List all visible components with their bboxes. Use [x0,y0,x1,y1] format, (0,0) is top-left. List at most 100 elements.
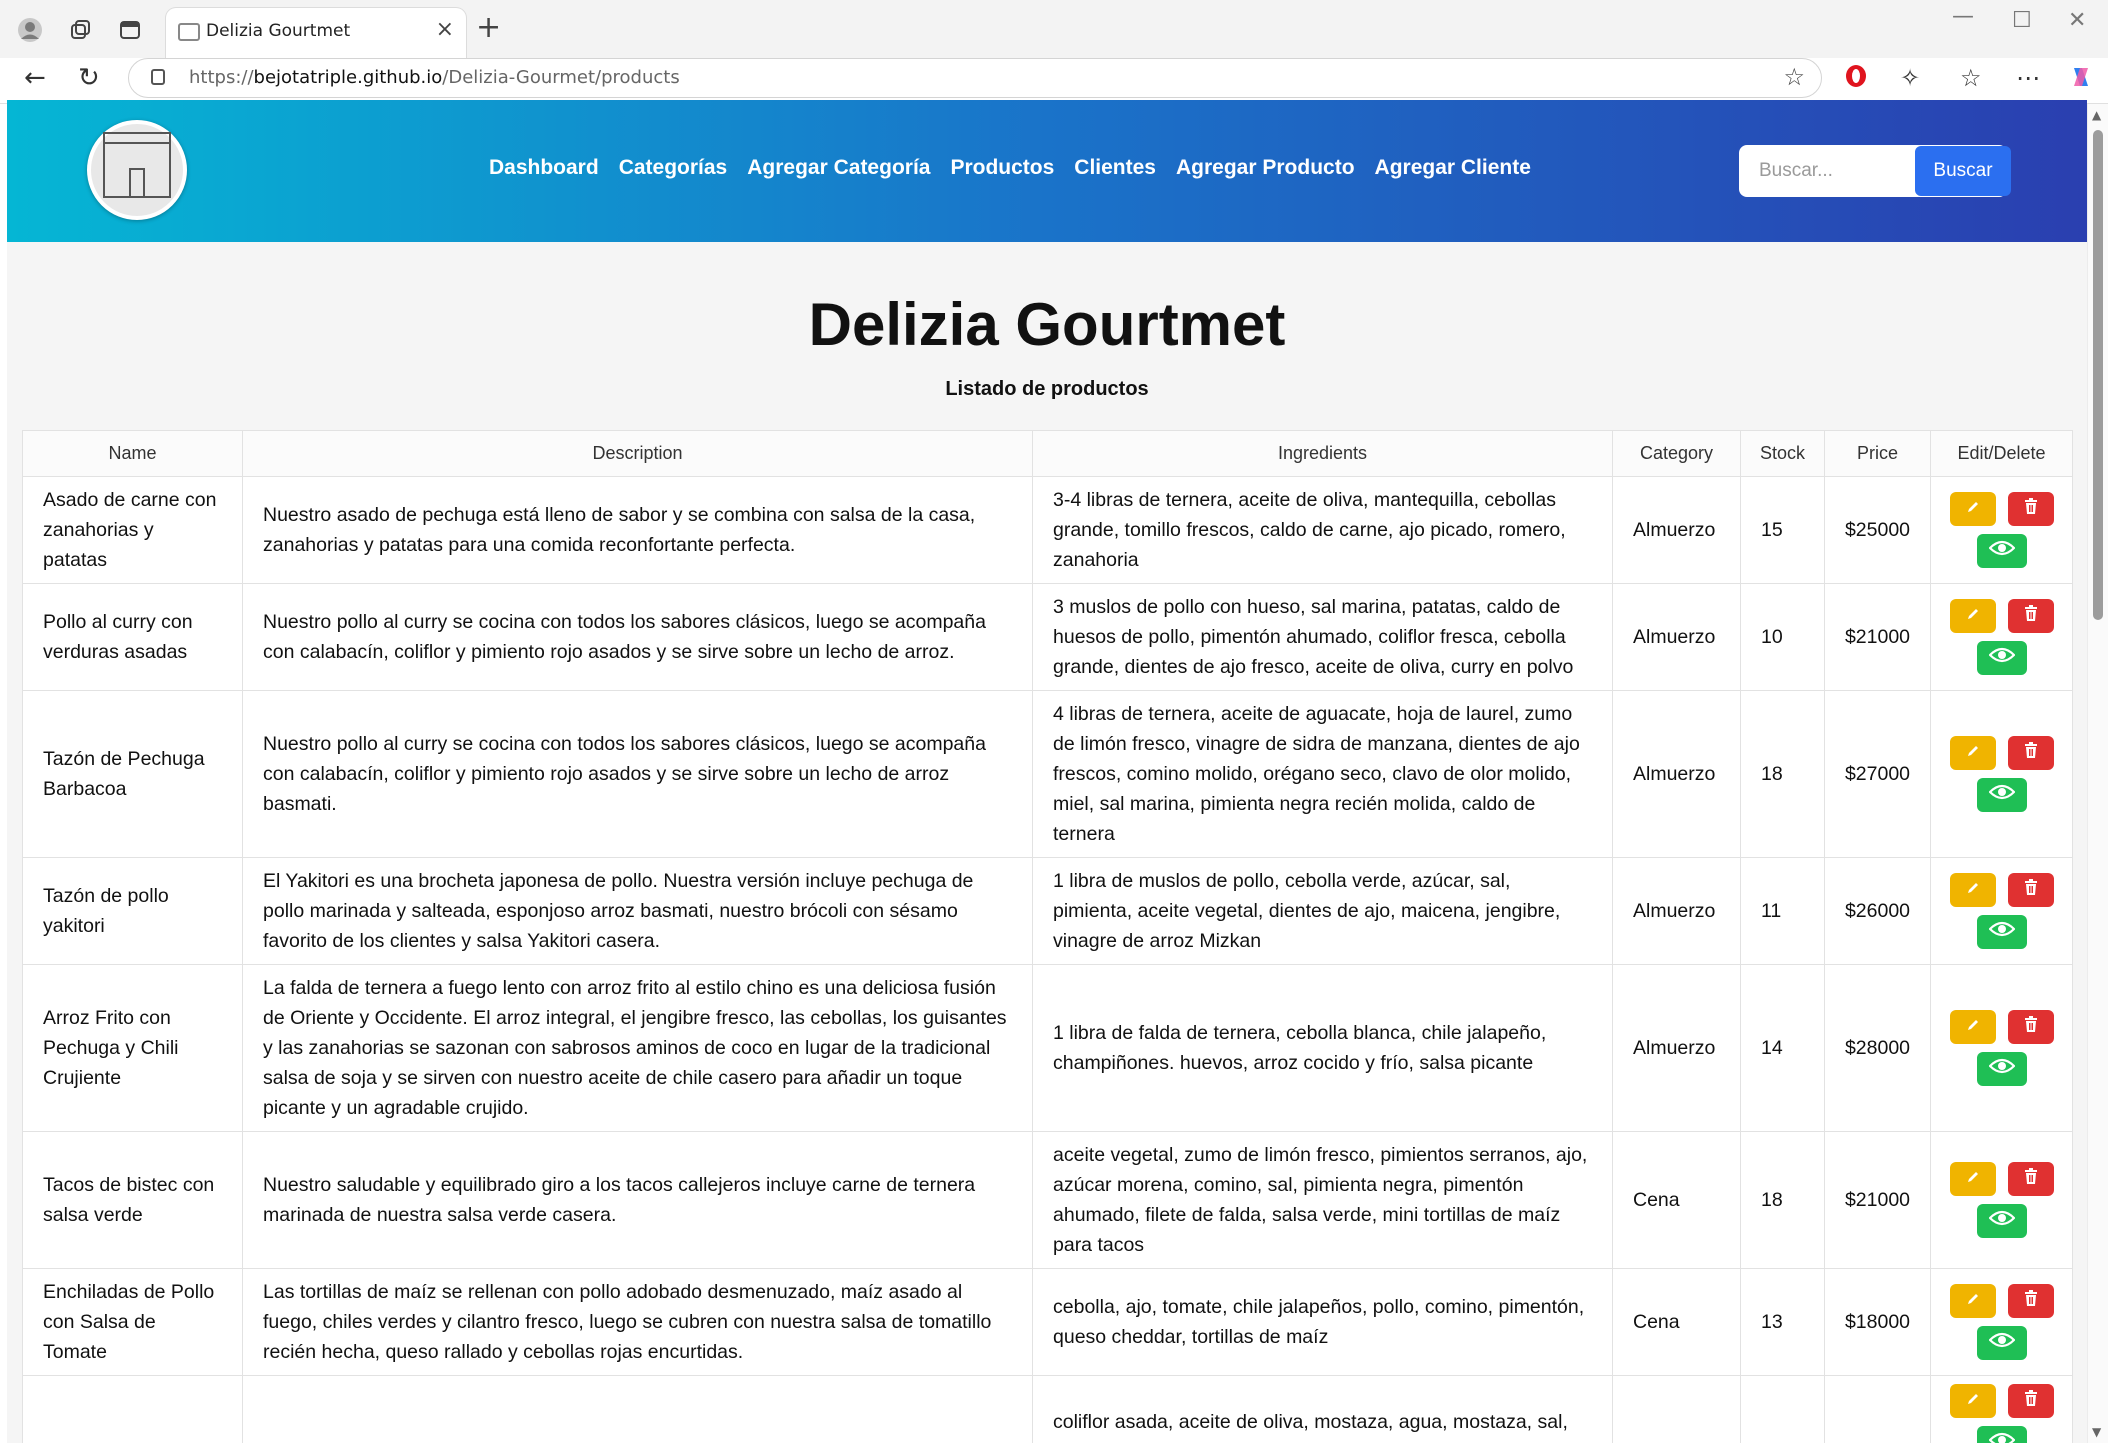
profile-icon[interactable] [14,14,46,46]
delete-button[interactable] [2007,1384,2054,1418]
product-actions [1930,857,2073,965]
delete-button[interactable] [2007,873,2054,907]
view-button[interactable] [1976,778,2027,812]
product-name [22,1375,243,1443]
nav-link-agregar-producto[interactable]: Agregar Producto [1176,156,1355,180]
back-icon[interactable]: ← [24,63,46,93]
product-ingredients: 3 muslos de pollo con hueso, sal marina,… [1032,583,1613,691]
edit-button[interactable] [1949,1284,1996,1318]
edit-button[interactable] [1949,873,1996,907]
column-header-actions: Edit/Delete [1930,430,2073,477]
product-name: Asado de carne con zanahorias y patatas [22,476,243,584]
edit-button[interactable] [1949,599,1996,633]
view-button[interactable] [1976,1204,2027,1238]
extensions-icon[interactable]: ✧ [1900,64,1920,92]
delete-button[interactable] [2007,599,2054,633]
edit-button[interactable] [1949,492,1996,526]
product-category: Almuerzo [1612,964,1741,1132]
table-row: Tacos de bistec con salsa verde Nuestro s… [22,1131,2073,1269]
view-button[interactable] [1976,641,2027,675]
edit-button[interactable] [1949,736,1996,770]
product-category: Almuerzo [1612,690,1741,858]
page-scrollbar[interactable]: ▲ ▼ [2087,104,2108,1443]
trash-icon [2022,1012,2040,1042]
product-actions [1930,1268,2073,1376]
product-stock: 10 [1740,583,1825,691]
page-viewport: Dashboard Categorías Agregar Categoría P… [7,100,2087,1443]
delete-button[interactable] [2007,1284,2054,1318]
products-table: Name Description Ingredients Category St… [22,430,2073,1443]
trash-icon [2022,875,2040,905]
product-description [242,1375,1033,1443]
tab-title: Delizia Gourtmet [206,21,351,41]
trash-icon [2022,1286,2040,1316]
view-button[interactable] [1976,1426,2027,1443]
scroll-up-icon[interactable]: ▲ [2092,108,2101,122]
product-description: Nuestro pollo al curry se cocina con tod… [242,690,1033,858]
eye-icon [1987,780,2016,810]
eye-icon [1987,536,2016,566]
product-ingredients: cebolla, ajo, tomate, chile jalapeños, p… [1032,1268,1613,1376]
close-window-icon[interactable]: ✕ [2068,8,2086,33]
product-stock: 11 [1740,857,1825,965]
view-button[interactable] [1976,534,2027,568]
table-row: Asado de carne con zanahorias y patatas N… [22,476,2073,584]
vertical-tabs-icon[interactable] [114,14,146,46]
search-button[interactable]: Buscar [1915,146,2011,196]
product-price: $25000 [1824,476,1931,584]
nav-link-categorias[interactable]: Categorías [619,156,728,180]
product-category [1612,1375,1741,1443]
close-tab-icon[interactable]: × [436,17,454,42]
product-category: Cena [1612,1131,1741,1269]
maximize-icon[interactable]: ☐ [2012,8,2032,33]
product-actions [1930,1131,2073,1269]
product-actions [1930,690,2073,858]
opera-extension-icon[interactable] [1844,64,1868,94]
delete-button[interactable] [2007,1010,2054,1044]
view-button[interactable] [1976,1326,2027,1360]
eye-icon [1987,1428,2016,1443]
product-name: Enchiladas de Pollo con Salsa de Tomate [22,1268,243,1376]
edit-button[interactable] [1949,1162,1996,1196]
pencil-icon [1965,1012,1981,1042]
view-button[interactable] [1976,1052,2027,1086]
workspaces-icon[interactable] [64,14,96,46]
eye-icon [1987,1206,2016,1236]
product-price: $18000 [1824,1268,1931,1376]
pencil-icon [1965,738,1981,768]
browser-tab[interactable]: Delizia Gourtmet × [166,8,466,58]
nav-link-dashboard[interactable]: Dashboard [489,156,599,180]
eye-icon [1987,1328,2016,1358]
view-button[interactable] [1976,915,2027,949]
url-field[interactable]: https://bejotatriple.github.io/Delizia-G… [128,58,1822,98]
copilot-icon[interactable] [2068,64,2094,96]
favorite-star-icon[interactable]: ☆ [1783,63,1805,91]
delete-button[interactable] [2007,736,2054,770]
delete-button[interactable] [2007,492,2054,526]
product-description: Nuestro pollo al curry se cocina con tod… [242,583,1033,691]
nav-link-agregar-cliente[interactable]: Agregar Cliente [1375,156,1531,180]
product-name: Pollo al curry con verduras asadas [22,583,243,691]
table-row: Enchiladas de Pollo con Salsa de Tomate L… [22,1268,2073,1376]
favorites-icon[interactable]: ☆ [1960,64,1982,92]
nav-link-agregar-categoria[interactable]: Agregar Categoría [747,156,930,180]
product-actions [1930,964,2073,1132]
delete-button[interactable] [2007,1162,2054,1196]
product-stock: 14 [1740,964,1825,1132]
edit-button[interactable] [1949,1384,1996,1418]
nav-link-clientes[interactable]: Clientes [1074,156,1156,180]
minimize-icon[interactable]: — [1952,4,1974,29]
more-options-icon[interactable]: ⋯ [2016,64,2040,92]
scroll-down-icon[interactable]: ▼ [2092,1425,2101,1439]
trash-icon [2022,601,2040,631]
edit-button[interactable] [1949,1010,1996,1044]
nav-link-productos[interactable]: Productos [950,156,1054,180]
scroll-thumb[interactable] [2093,130,2103,620]
product-actions [1930,476,2073,584]
product-description: Nuestro saludable y equilibrado giro a l… [242,1131,1033,1269]
new-tab-icon[interactable]: + [476,10,501,45]
table-row: Pollo al curry con verduras asadas Nuestr… [22,583,2073,691]
store-logo[interactable] [87,120,187,220]
search-input[interactable] [1739,145,1909,197]
refresh-icon[interactable]: ↻ [78,63,100,93]
